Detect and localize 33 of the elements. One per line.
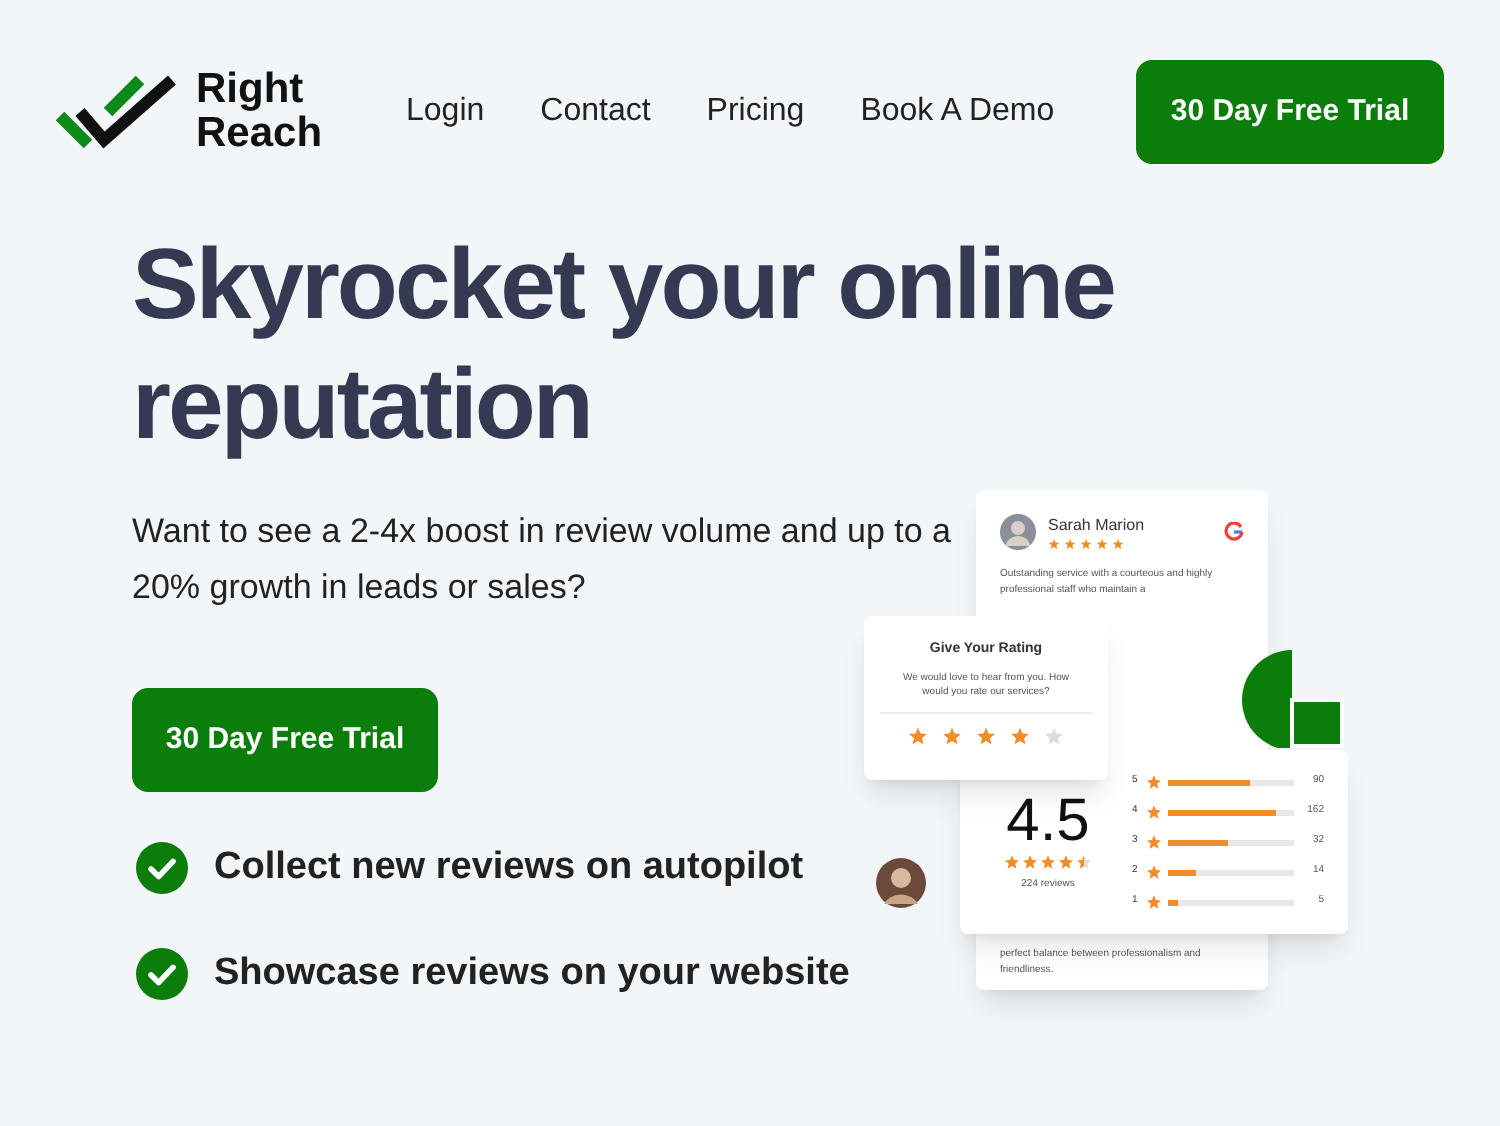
g-logo-icon [1224,522,1244,542]
star-icon [1080,538,1092,550]
star-icon [1064,538,1076,550]
reviewer-name: Sarah Marion [1048,514,1145,538]
star-icon [1112,538,1124,550]
rating-score: 4.5 [1006,790,1090,855]
star-icon [1048,538,1060,550]
star-icon [1044,725,1064,745]
nav-link[interactable]: Contact [540,88,651,136]
star-icon [908,725,928,745]
hero-title: Skyrocket your online reputation [132,226,1116,464]
feature-text: Collect new reviews on autopilot [214,844,804,892]
hero-subtitle: Want to see a 2-4x boost in review volume and up to a 20% growth in leads or sales? [132,510,953,610]
nav-link[interactable]: Pricing [706,88,805,136]
star-icon [1096,538,1108,550]
free-trial-button[interactable]: 30 Day Free Trial [1136,60,1444,164]
star-icon [942,725,962,745]
star-icon [1146,864,1162,880]
star-icon [1146,804,1162,820]
star-icon [1146,834,1162,850]
nav-link[interactable]: Login [406,88,485,136]
feature-text: Showcase reviews on your website [214,949,850,997]
nav-link[interactable]: Book A Demo [860,88,1055,136]
check-circle-icon [136,947,188,1000]
star-icon [1146,774,1162,790]
check-circle-icon [136,842,188,895]
star-icon [1146,894,1162,910]
star-icon [976,725,996,745]
logo-text: Right Reach [196,68,323,156]
avatar-icon [1000,514,1036,550]
star-icon [1010,725,1030,745]
free-trial-button[interactable]: 30 Day Free Trial [132,688,438,792]
avatar-icon [876,858,926,908]
